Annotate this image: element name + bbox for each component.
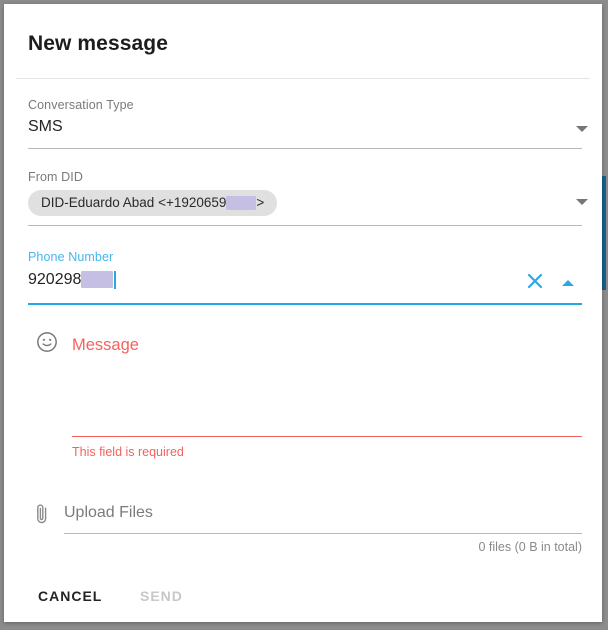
phone-number-value: 920298: [28, 271, 82, 288]
message-error-text: This field is required: [72, 445, 184, 459]
text-cursor: [114, 270, 116, 289]
chevron-up-icon[interactable]: [562, 280, 574, 286]
redaction-block: [226, 196, 257, 211]
from-did-chip-suffix: >: [256, 195, 265, 210]
from-did-underline: [28, 225, 582, 226]
message-underline: [72, 436, 582, 437]
from-did-chip[interactable]: DID-Eduardo Abad <+1920659 >: [28, 190, 278, 216]
close-icon[interactable]: [526, 272, 544, 290]
chevron-down-icon[interactable]: [576, 126, 588, 132]
upload-files-label: Upload Files: [64, 504, 153, 521]
phone-number-label: Phone Number: [28, 250, 114, 264]
chevron-down-icon[interactable]: [576, 199, 588, 205]
message-field[interactable]: Message This field is required: [72, 334, 582, 460]
conversation-type-underline: [28, 148, 582, 149]
conversation-type-label: Conversation Type: [28, 98, 134, 112]
dialog-footer: CANCEL SEND: [4, 574, 602, 622]
from-did-field[interactable]: From DID DID-Eduardo Abad <+1920659 >: [28, 170, 588, 226]
files-summary: 0 files (0 B in total): [478, 540, 582, 554]
message-placeholder: Message: [72, 336, 139, 354]
upload-files-underline: [64, 533, 582, 534]
new-message-dialog: New message Conversation Type SMS From D…: [4, 4, 602, 622]
send-button: SEND: [140, 588, 183, 604]
header-divider: [16, 78, 590, 79]
emoji-smiley-icon[interactable]: [36, 331, 58, 353]
redaction-block: [81, 271, 114, 289]
conversation-type-value: SMS: [28, 118, 63, 135]
cancel-button[interactable]: CANCEL: [38, 588, 102, 604]
from-did-label: From DID: [28, 170, 83, 184]
conversation-type-field[interactable]: Conversation Type SMS: [28, 98, 588, 149]
phone-number-underline: [28, 303, 582, 305]
upload-files-field[interactable]: Upload Files 0 files (0 B in total): [64, 502, 582, 554]
dialog-title: New message: [28, 32, 169, 55]
paperclip-icon[interactable]: [33, 502, 51, 526]
message-textarea[interactable]: Message: [72, 334, 582, 436]
from-did-chip-prefix: DID-Eduardo Abad <+1920659: [41, 195, 227, 210]
phone-number-field[interactable]: Phone Number 920298: [28, 250, 582, 305]
phone-number-input[interactable]: 920298: [28, 269, 582, 291]
